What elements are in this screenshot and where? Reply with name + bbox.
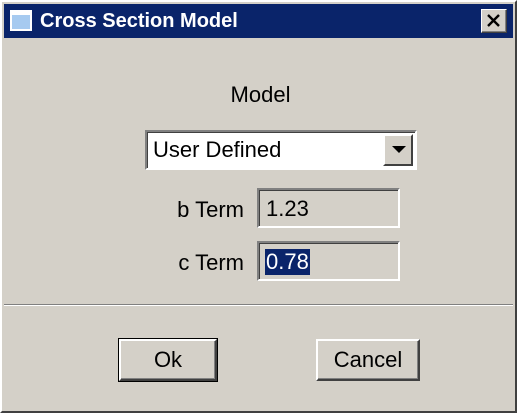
- cancel-button[interactable]: Cancel: [316, 339, 420, 381]
- model-select[interactable]: User Defined: [145, 130, 417, 170]
- title-bar[interactable]: Cross Section Model: [4, 4, 513, 38]
- b-term-value: 1.23: [266, 196, 309, 221]
- model-label: Model: [230, 82, 291, 107]
- close-icon: [487, 14, 500, 27]
- dialog-window: Cross Section Model Model User Defined b…: [0, 0, 517, 413]
- c-term-value: 0.78: [265, 249, 310, 275]
- model-dropdown-button[interactable]: [383, 134, 413, 166]
- model-select-value: User Defined: [153, 137, 282, 162]
- window-title: Cross Section Model: [40, 10, 238, 32]
- chevron-down-icon: [392, 146, 406, 153]
- window-icon: [10, 10, 32, 31]
- ok-button[interactable]: Ok: [118, 338, 218, 382]
- b-term-input[interactable]: 1.23: [257, 188, 400, 228]
- c-term-input[interactable]: 0.78: [257, 241, 400, 281]
- close-button[interactable]: [481, 9, 507, 33]
- b-term-label: b Term: [177, 197, 244, 222]
- c-term-label: c Term: [178, 250, 244, 275]
- separator: [4, 304, 513, 306]
